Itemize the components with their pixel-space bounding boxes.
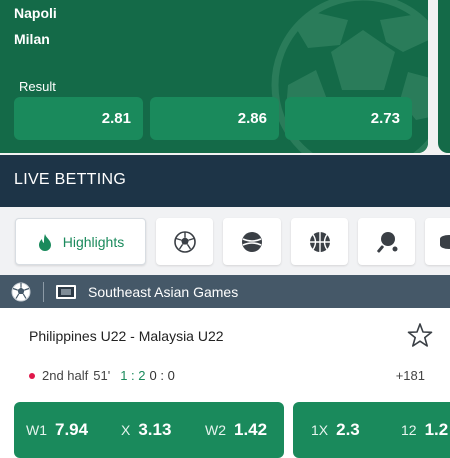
- odd-12-label: 12: [401, 422, 417, 438]
- tab-highlights[interactable]: Highlights: [15, 218, 146, 265]
- odd-away-button[interactable]: 2.73: [285, 97, 412, 140]
- odd-draw-button[interactable]: 2.86: [150, 97, 279, 140]
- featured-matches: Napoli Milan Result 2.81 2.86 2.73: [0, 0, 450, 155]
- league-name: Southeast Asian Games: [88, 283, 239, 300]
- tab-highlights-label: Highlights: [62, 233, 125, 250]
- away-team-name: Milan: [14, 31, 50, 47]
- live-dot-icon: [29, 372, 35, 379]
- event-score: 1 : 2: [120, 368, 146, 383]
- odd-1x-value: 2.3: [336, 420, 360, 439]
- event-current-score: 0 : 0: [149, 368, 175, 383]
- event-period: 2nd half: [42, 368, 89, 383]
- soccer-ball-icon: [11, 282, 31, 301]
- event-title: Philippines U22 - Malaysia U22: [29, 328, 224, 344]
- hockey-puck-icon: [440, 234, 450, 249]
- odd-home-button[interactable]: 2.81: [14, 97, 143, 140]
- featured-match-card[interactable]: Napoli Milan Result 2.81 2.86 2.73: [0, 0, 428, 153]
- odd-x-button[interactable]: X 3.13: [121, 420, 205, 440]
- odd-w1-label: W1: [26, 422, 47, 438]
- odd-w1-value: 7.94: [55, 420, 89, 439]
- live-betting-header: LIVE BETTING: [0, 155, 450, 207]
- league-header[interactable]: Southeast Asian Games: [0, 275, 450, 308]
- odd-12-button[interactable]: 12 1.2: [401, 420, 448, 440]
- event-status: 2nd half 51' 1 : 2 0 : 0: [29, 368, 175, 383]
- live-event[interactable]: Philippines U22 - Malaysia U22 2nd half …: [0, 308, 450, 458]
- odd-x-label: X: [121, 422, 131, 438]
- home-team-name: Napoli: [14, 5, 57, 21]
- odd-w2-value: 1.42: [234, 420, 268, 439]
- event-minute: 51': [93, 368, 111, 383]
- odd-x-value: 3.13: [138, 420, 172, 439]
- sport-tabs: Highlights: [0, 207, 450, 275]
- odd-1x-button[interactable]: 1X 2.3: [311, 420, 401, 440]
- odd-1x-label: 1X: [311, 422, 329, 438]
- tab-soccer[interactable]: [156, 218, 213, 265]
- flag-icon: [56, 284, 76, 299]
- more-markets-count[interactable]: +181: [396, 368, 425, 383]
- tab-basketball[interactable]: [291, 218, 348, 265]
- odd-w1-button[interactable]: W1 7.94: [26, 420, 121, 440]
- tab-hockey[interactable]: [425, 218, 450, 265]
- tab-tennis[interactable]: [223, 218, 281, 265]
- flame-icon: [38, 233, 51, 251]
- table-tennis-icon: [376, 231, 397, 253]
- odd-w2-label: W2: [205, 422, 226, 438]
- basketball-icon: [309, 231, 330, 252]
- result-label: Result: [19, 79, 56, 94]
- tab-table-tennis[interactable]: [358, 218, 415, 265]
- soccer-ball-icon: [173, 230, 196, 253]
- league-divider: [43, 281, 44, 302]
- favorite-star-icon[interactable]: [407, 322, 433, 348]
- tennis-ball-icon: [242, 231, 262, 252]
- odd-w2-button[interactable]: W2 1.42: [205, 420, 267, 440]
- odd-12-value: 1.2: [424, 420, 449, 439]
- next-match-card-peek[interactable]: [438, 0, 450, 153]
